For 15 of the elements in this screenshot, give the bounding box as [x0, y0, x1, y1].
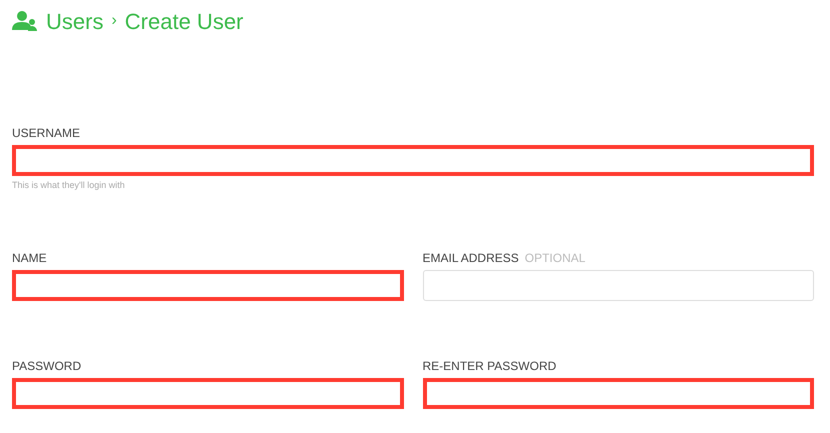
- breadcrumb-separator: ›: [111, 11, 117, 31]
- input-field[interactable]: [422, 378, 814, 408]
- field-label: PASSWORD: [12, 358, 82, 372]
- input-field[interactable]: [12, 270, 404, 300]
- field-label: NAME: [12, 250, 47, 264]
- input-field[interactable]: [12, 145, 814, 176]
- field-label: EMAIL ADDRESS: [422, 250, 519, 264]
- field-hint: This is what they'll login with: [12, 179, 126, 192]
- users-icon: [12, 10, 38, 32]
- breadcrumb-link[interactable]: Users: [46, 4, 104, 38]
- field-label: USERNAME: [12, 126, 80, 140]
- optional-note: OPTIONAL: [524, 250, 586, 264]
- field-label: RE-ENTER PASSWORD: [422, 358, 556, 372]
- input-field[interactable]: [12, 378, 404, 408]
- page-title: Create User: [124, 8, 244, 36]
